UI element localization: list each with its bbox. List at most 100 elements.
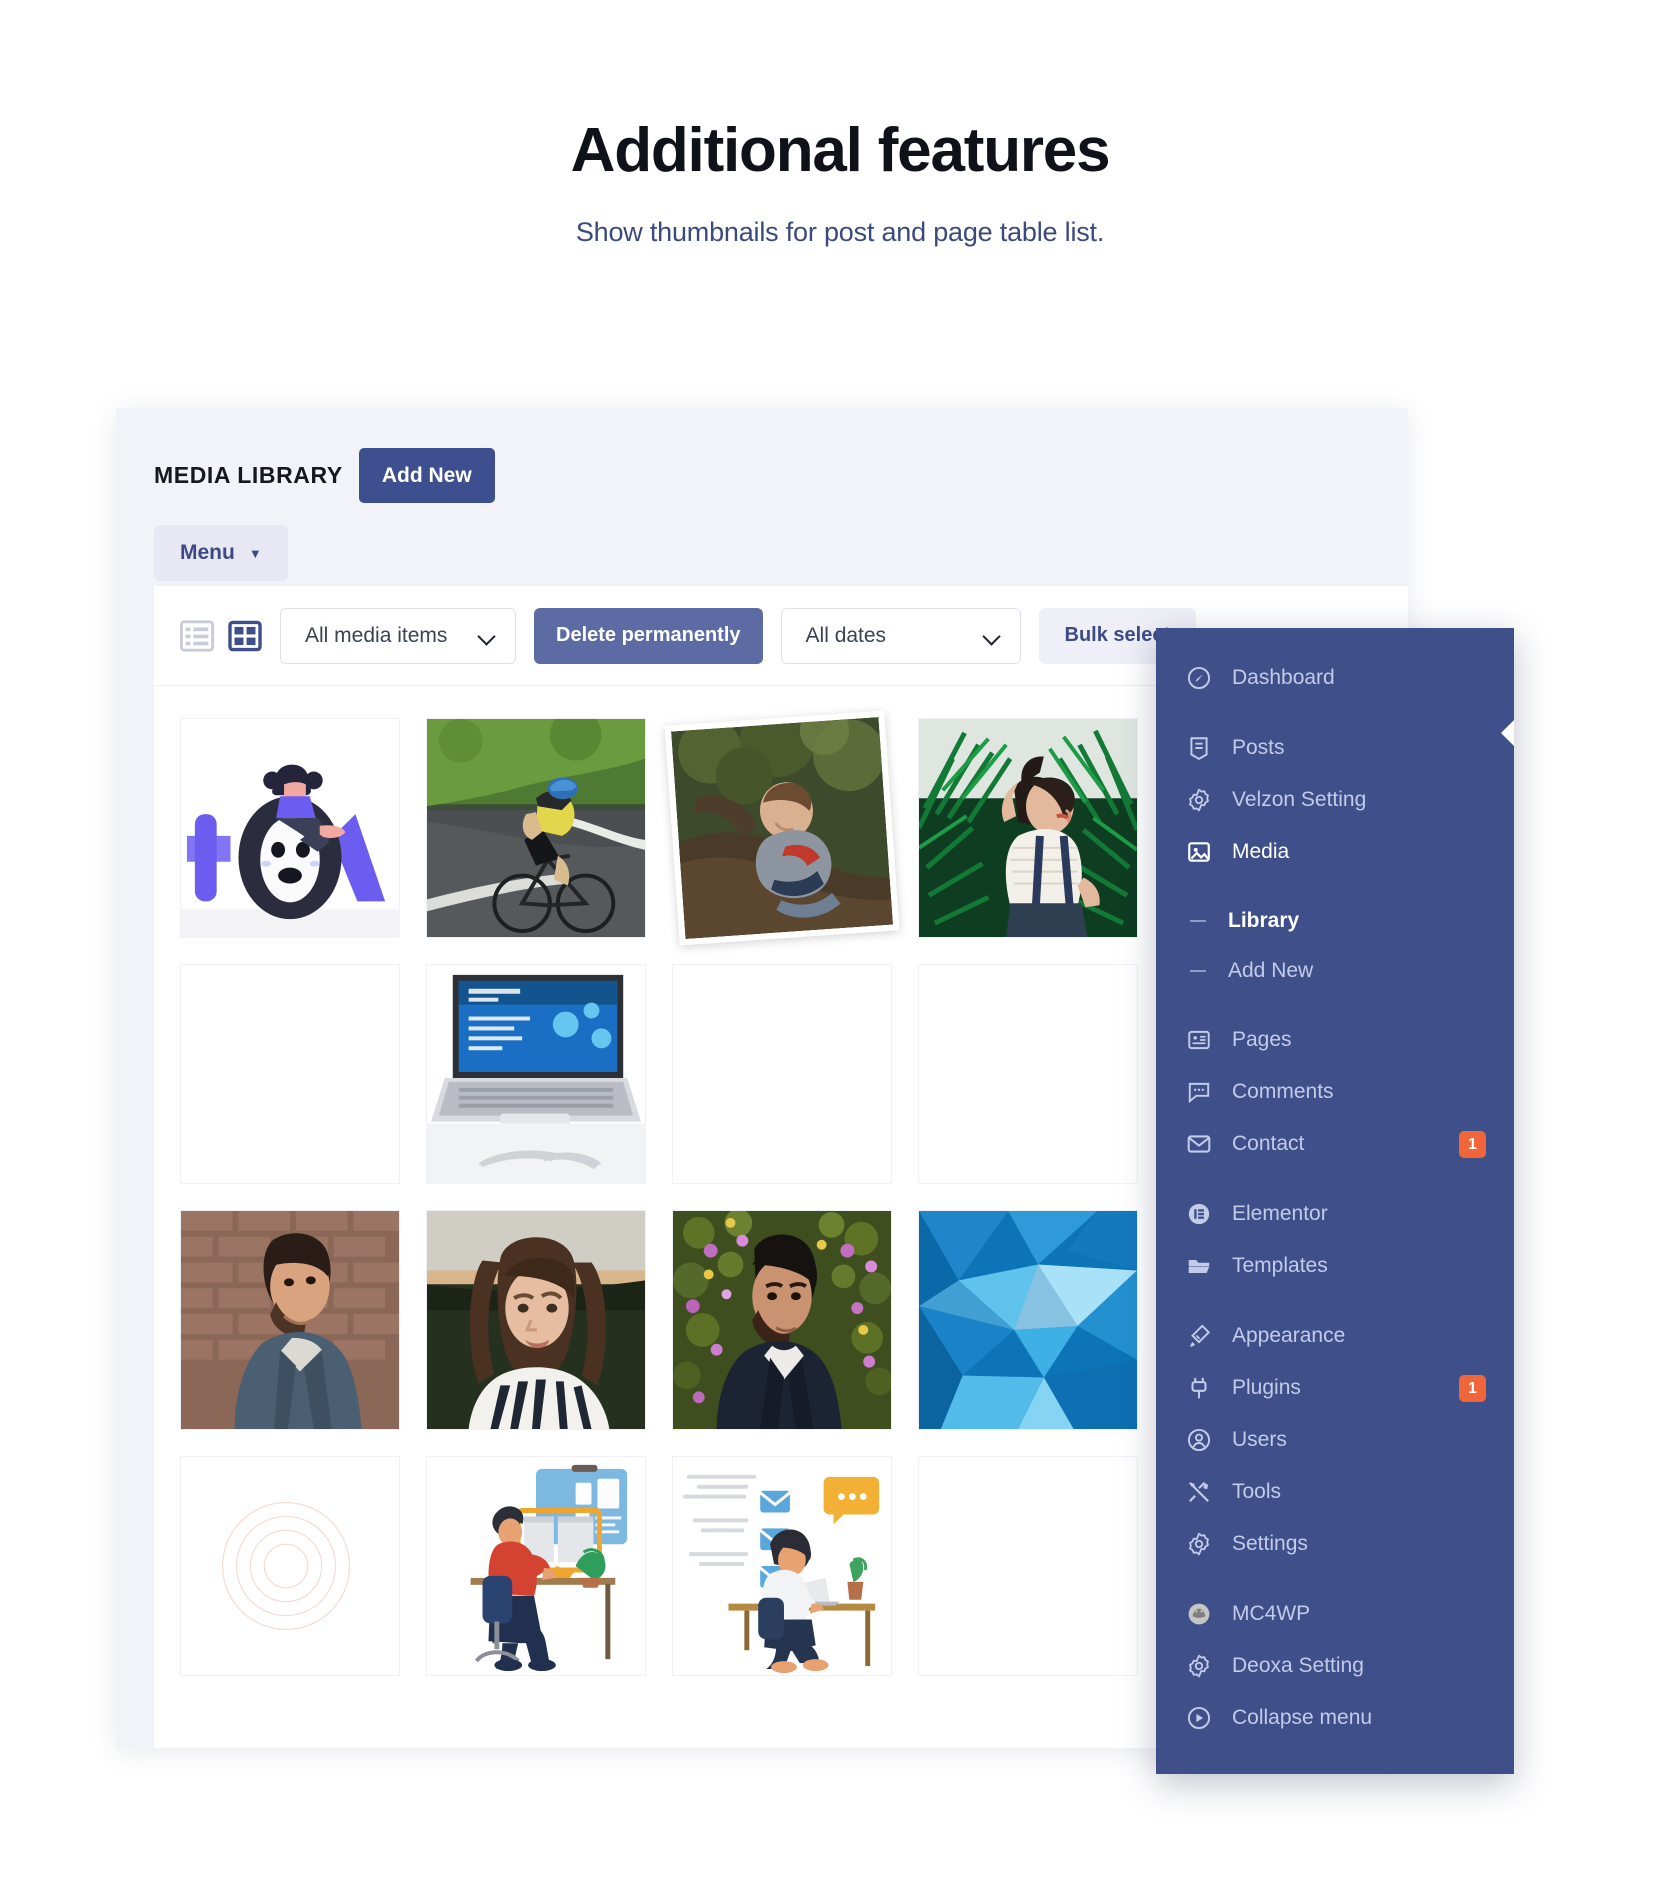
delete-permanently-button[interactable]: Delete permanently: [534, 607, 763, 664]
sidebar-item-velzon-setting[interactable]: Velzon Setting: [1156, 774, 1514, 826]
grid-view-icon[interactable]: [228, 619, 262, 653]
media-item-thumbnail-faint-circles[interactable]: [180, 1456, 400, 1676]
menu-label: Menu: [180, 541, 235, 564]
dash-icon: [1190, 920, 1206, 922]
media-item-illustration-man-at-desk[interactable]: [426, 1456, 646, 1676]
tools-icon: [1189, 1482, 1209, 1502]
media-item-photo-boy-on-tree[interactable]: [664, 710, 900, 946]
view-switcher: [180, 619, 262, 653]
folder-icon: [1188, 1260, 1210, 1274]
sidebar-label: Collapse menu: [1232, 1706, 1373, 1729]
media-item-thumbnail-blank-2[interactable]: [180, 964, 400, 1184]
plugins-badge: 1: [1459, 1374, 1486, 1402]
sidebar-item-users[interactable]: Users: [1156, 1414, 1514, 1466]
sidebar-item-media[interactable]: Media: [1156, 826, 1514, 878]
media-item-photo-cyclist-road[interactable]: [426, 718, 646, 938]
add-new-button[interactable]: Add New: [358, 448, 495, 503]
sidebar-item-dashboard[interactable]: Dashboard: [1156, 652, 1514, 704]
photo-cyclist-road: [427, 719, 645, 937]
list-view-icon[interactable]: [180, 619, 214, 653]
photo-laptop-mockup: [427, 965, 645, 1183]
sidebar-item-comments[interactable]: Comments: [1156, 1066, 1514, 1118]
photo-blue-abstract-polygons: [919, 1211, 1137, 1429]
sidebar-item-pages[interactable]: Pages: [1156, 1014, 1514, 1066]
mc4wp-icon: [1188, 1603, 1210, 1625]
media-item-photo-man-brick-wall[interactable]: [180, 1210, 400, 1430]
page-title: Additional features: [570, 116, 1111, 185]
media-image-icon: [1188, 842, 1210, 862]
media-item-photo-woman-portrait[interactable]: [426, 1210, 646, 1430]
media-type-filter[interactable]: All media items: [280, 607, 516, 664]
illustration-man-at-desk: [427, 1457, 645, 1675]
media-item-illustration-woman-at-desk[interactable]: [672, 1456, 892, 1676]
sidebar-label: Templates: [1232, 1254, 1328, 1277]
media-item-photo-laptop-mockup[interactable]: [426, 964, 646, 1184]
illustration-404-icon: [181, 719, 399, 937]
media-type-filter-value: All media items: [305, 623, 448, 647]
media-item-photo-blue-abstract-polygons[interactable]: [918, 1210, 1138, 1430]
plug-icon: [1191, 1377, 1207, 1399]
settings-gear-icon: [1189, 788, 1209, 812]
collapse-icon: [1187, 1706, 1211, 1730]
sidebar-label: Add New: [1228, 959, 1314, 982]
settings-gear-icon: [1189, 1532, 1209, 1556]
sidebar-label: Comments: [1232, 1080, 1334, 1103]
pages-icon: [1188, 1030, 1210, 1050]
user-circle-icon: [1187, 1428, 1211, 1452]
library-header: MEDIA LIBRARY Add New Menu ▼: [116, 408, 1408, 586]
settings-gear-icon: [1189, 1654, 1209, 1678]
page-root: Additional features Show thumbnails for …: [0, 0, 1680, 1892]
sidebar-item-collapse-menu[interactable]: Collapse menu: [1156, 1692, 1514, 1744]
media-item-photo-woman-in-palms[interactable]: [918, 718, 1138, 938]
sidebar-label: Dashboard: [1232, 666, 1335, 689]
sidebar-item-mc4wp[interactable]: MC4WP: [1156, 1588, 1514, 1640]
sidebar-item-plugins[interactable]: Plugins 1: [1156, 1362, 1514, 1414]
contact-badge: 1: [1459, 1130, 1486, 1158]
comments-icon: [1188, 1082, 1210, 1104]
sidebar-label: Contact: [1232, 1132, 1305, 1155]
sidebar-item-library[interactable]: Library: [1156, 896, 1514, 946]
sidebar-item-deoxa-setting[interactable]: Deoxa Setting: [1156, 1640, 1514, 1692]
sidebar-item-posts[interactable]: Posts: [1156, 722, 1514, 774]
sidebar-item-contact[interactable]: Contact 1: [1156, 1118, 1514, 1170]
date-filter-value: All dates: [805, 623, 887, 647]
brush-icon: [1190, 1324, 1211, 1347]
date-filter[interactable]: All dates: [780, 607, 1021, 664]
sidebar-label: Media: [1232, 840, 1290, 863]
photo-man-brick-wall: [181, 1211, 399, 1429]
hero-section: Additional features Show thumbnails for …: [0, 0, 1680, 248]
sidebar-label: Pages: [1232, 1028, 1292, 1051]
dash-icon: [1190, 970, 1206, 972]
elementor-icon: [1188, 1203, 1210, 1225]
sidebar-label: Elementor: [1232, 1202, 1328, 1225]
photo-woman-in-palms: [919, 719, 1137, 937]
photo-boy-on-tree: [670, 716, 894, 940]
sidebar-label: Tools: [1232, 1480, 1282, 1503]
menu-dropdown-button[interactable]: Menu ▼: [154, 525, 288, 581]
media-item-thumbnail-blank-7[interactable]: [918, 1456, 1138, 1676]
sidebar-label: Posts: [1232, 736, 1285, 759]
posts-icon: [1190, 737, 1208, 760]
sidebar-item-settings[interactable]: Settings: [1156, 1518, 1514, 1570]
media-item-photo-man-flowers[interactable]: [672, 1210, 892, 1430]
page-subtitle: Show thumbnails for post and page table …: [575, 217, 1105, 248]
photo-man-flowers: [673, 1211, 891, 1429]
sidebar-item-add-new[interactable]: Add New: [1156, 946, 1514, 996]
sidebar-item-tools[interactable]: Tools: [1156, 1466, 1514, 1518]
media-item-illustration-404-character[interactable]: [180, 718, 400, 938]
media-item-thumbnail-blank-4[interactable]: [918, 964, 1138, 1184]
sidebar-label: Plugins: [1232, 1376, 1301, 1399]
sidebar-label: Deoxa Setting: [1232, 1654, 1364, 1677]
sidebar-label: Velzon Setting: [1232, 788, 1367, 811]
dashboard-icon: [1187, 666, 1211, 690]
chevron-down-icon: ▼: [248, 545, 262, 561]
media-item-thumbnail-blank-3[interactable]: [672, 964, 892, 1184]
sidebar-label: Library: [1228, 909, 1300, 932]
sidebar-item-appearance[interactable]: Appearance: [1156, 1310, 1514, 1362]
sidebar-item-elementor[interactable]: Elementor: [1156, 1188, 1514, 1240]
illustration-woman-at-desk: [673, 1457, 891, 1675]
photo-woman-portrait: [427, 1211, 645, 1429]
sidebar-item-templates[interactable]: Templates: [1156, 1240, 1514, 1292]
